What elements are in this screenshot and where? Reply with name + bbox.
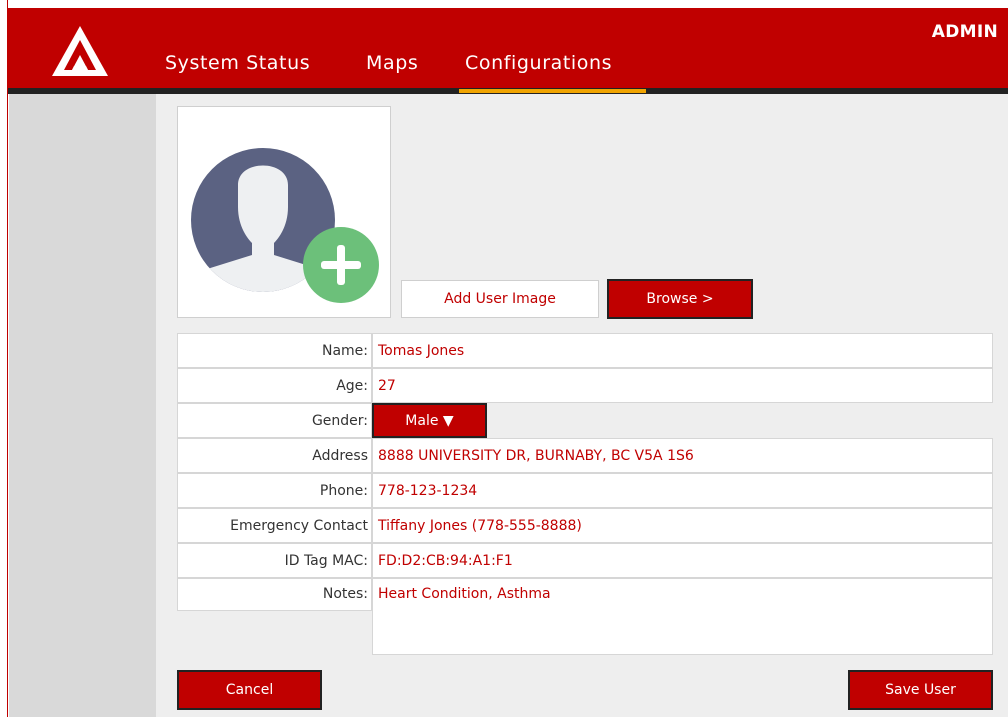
gender-label: Gender: — [177, 403, 372, 438]
name-label: Name: — [177, 333, 372, 368]
add-user-image-label: Add User Image — [401, 280, 599, 318]
browse-button[interactable]: Browse > — [607, 279, 753, 319]
form-row-age: Age: 27 — [177, 368, 993, 403]
id-tag-label: ID Tag MAC: — [177, 543, 372, 578]
notes-field[interactable]: Heart Condition, Asthma — [372, 578, 993, 655]
form-row-emergency-contact: Emergency Contact Tiffany Jones (778-555… — [177, 508, 993, 543]
gender-dropdown[interactable]: Male ▼ — [372, 403, 487, 438]
active-tab-indicator — [459, 89, 646, 93]
phone-label: Phone: — [177, 473, 372, 508]
tab-maps[interactable]: Maps — [366, 52, 418, 74]
form-row-name: Name: Tomas Jones — [177, 333, 993, 368]
emergency-contact-field[interactable]: Tiffany Jones (778-555-8888) — [372, 508, 993, 543]
save-user-button[interactable]: Save User — [848, 670, 993, 710]
age-label: Age: — [177, 368, 372, 403]
window-left-edge — [0, 0, 8, 717]
name-field[interactable]: Tomas Jones — [372, 333, 993, 368]
address-field[interactable]: 8888 UNIVERSITY DR, BURNABY, BC V5A 1S6 — [372, 438, 993, 473]
phone-field[interactable]: 778-123-1234 — [372, 473, 993, 508]
age-field[interactable]: 27 — [372, 368, 993, 403]
sidebar — [9, 94, 156, 717]
tab-configurations[interactable]: Configurations — [465, 52, 612, 74]
user-role-label[interactable]: ADMIN — [932, 22, 998, 42]
emergency-contact-label: Emergency Contact — [177, 508, 372, 543]
cancel-button[interactable]: Cancel — [177, 670, 322, 710]
address-label: Address — [177, 438, 372, 473]
logo-icon — [52, 26, 108, 76]
user-photo-box[interactable] — [177, 106, 391, 318]
notes-label: Notes: — [177, 578, 372, 611]
form-row-address: Address 8888 UNIVERSITY DR, BURNABY, BC … — [177, 438, 993, 473]
avatar-icon — [191, 148, 379, 303]
tab-system-status[interactable]: System Status — [165, 52, 310, 74]
add-image-icon[interactable] — [303, 227, 379, 303]
form-row-gender: Gender: Male ▼ — [177, 403, 993, 438]
form-row-id-tag: ID Tag MAC: FD:D2:CB:94:A1:F1 — [177, 543, 993, 578]
top-header: ADMIN — [8, 8, 1008, 88]
form-row-phone: Phone: 778-123-1234 — [177, 473, 993, 508]
id-tag-field[interactable]: FD:D2:CB:94:A1:F1 — [372, 543, 993, 578]
